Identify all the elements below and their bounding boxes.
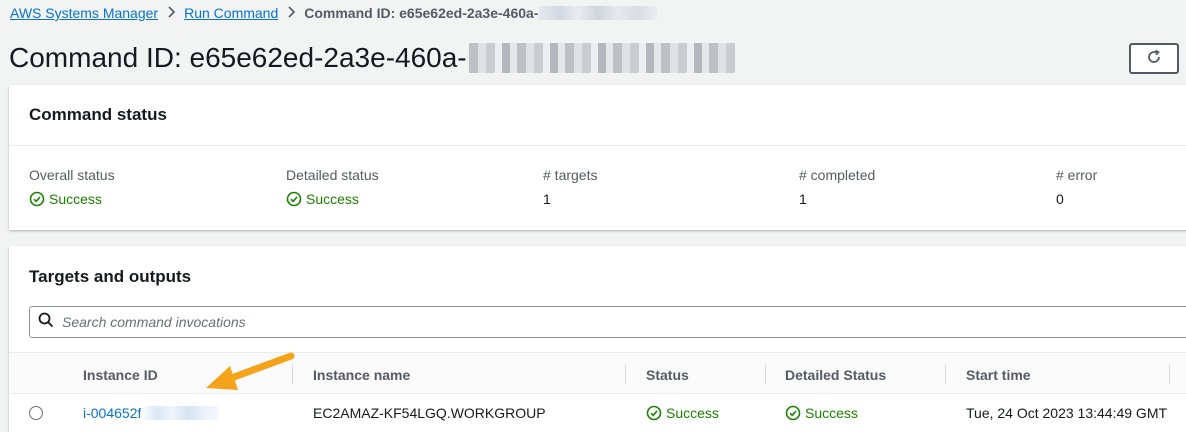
- targets-count: # targets 1: [543, 167, 597, 207]
- targets-count-label: # targets: [543, 167, 598, 183]
- refresh-button[interactable]: [1129, 43, 1179, 74]
- detailed-status-text: Success: [805, 405, 858, 421]
- error-count: # error 0: [1056, 167, 1097, 207]
- column-header-instance-id[interactable]: Instance ID: [83, 367, 158, 383]
- overall-status-text: Success: [49, 191, 102, 207]
- chevron-right-icon: [278, 5, 304, 21]
- page-title: Command ID: e65e62ed-2a3e-460a-: [9, 42, 467, 73]
- instance-id-cell: i-004652f: [83, 405, 220, 421]
- row-select-radio[interactable]: [29, 406, 43, 420]
- start-time-cell: Tue, 24 Oct 2023 13:44:49 GMT: [966, 405, 1168, 421]
- error-count-value: 0: [1056, 191, 1064, 207]
- table-header: Instance ID Instance name Status Detaile…: [9, 352, 1186, 394]
- overall-status-value: Success: [29, 191, 115, 207]
- column-header-status[interactable]: Status: [646, 367, 689, 383]
- command-status-heading: Command status: [29, 105, 167, 124]
- status-cell: Success: [646, 405, 719, 421]
- column-resizer[interactable]: [765, 364, 766, 384]
- detailed-status-label: Detailed status: [286, 167, 379, 183]
- instance-id-link[interactable]: i-004652f: [83, 405, 141, 421]
- completed-count: # completed 1: [799, 167, 875, 207]
- detailed-status-value: Success: [286, 191, 379, 207]
- breadcrumb-run-command-link[interactable]: Run Command: [184, 5, 278, 21]
- refresh-icon: [1146, 49, 1162, 68]
- column-header-detailed-status[interactable]: Detailed Status: [785, 367, 886, 383]
- search-box: [29, 306, 1186, 338]
- search-input[interactable]: [62, 314, 662, 330]
- detailed-status-text: Success: [306, 191, 359, 207]
- command-status-panel: Command status Overall status Success De…: [9, 85, 1186, 230]
- detailed-status: Detailed status Success: [286, 167, 379, 207]
- column-resizer[interactable]: [625, 364, 626, 384]
- check-circle-icon: [29, 191, 45, 207]
- table-row: i-004652f EC2AMAZ-KF54LGQ.WORKGROUP Succ…: [9, 394, 1186, 432]
- overall-status: Overall status Success: [29, 167, 115, 207]
- column-resizer[interactable]: [1169, 364, 1170, 384]
- error-count-label: # error: [1056, 167, 1098, 183]
- breadcrumb-systems-manager-link[interactable]: AWS Systems Manager: [10, 5, 158, 21]
- column-resizer[interactable]: [945, 364, 946, 384]
- targets-outputs-panel: Targets and outputs Instance ID Instance…: [9, 246, 1186, 432]
- chevron-right-icon: [158, 5, 184, 21]
- targets-outputs-heading: Targets and outputs: [29, 267, 192, 286]
- check-circle-icon: [785, 405, 801, 421]
- redacted-text: [539, 6, 658, 20]
- completed-count-label: # completed: [799, 167, 876, 183]
- column-header-instance-name[interactable]: Instance name: [313, 367, 410, 383]
- breadcrumb-current: Command ID: e65e62ed-2a3e-460a-: [304, 5, 539, 21]
- annotation-arrow: [206, 352, 295, 390]
- breadcrumb: AWS Systems Manager Run Command Command …: [10, 4, 658, 22]
- divider: [9, 145, 1186, 146]
- search-icon: [38, 312, 54, 333]
- redacted-text: [141, 406, 220, 420]
- redacted-text: [468, 43, 735, 73]
- page-title-container: Command ID: e65e62ed-2a3e-460a-: [9, 38, 735, 78]
- detailed-status-cell: Success: [785, 405, 858, 421]
- column-header-start-time[interactable]: Start time: [966, 367, 1031, 383]
- overall-status-label: Overall status: [29, 167, 115, 183]
- check-circle-icon: [646, 405, 662, 421]
- completed-count-value: 1: [799, 191, 807, 207]
- instance-name-cell: EC2AMAZ-KF54LGQ.WORKGROUP: [313, 405, 546, 421]
- check-circle-icon: [286, 191, 302, 207]
- targets-count-value: 1: [543, 191, 551, 207]
- status-text: Success: [666, 405, 719, 421]
